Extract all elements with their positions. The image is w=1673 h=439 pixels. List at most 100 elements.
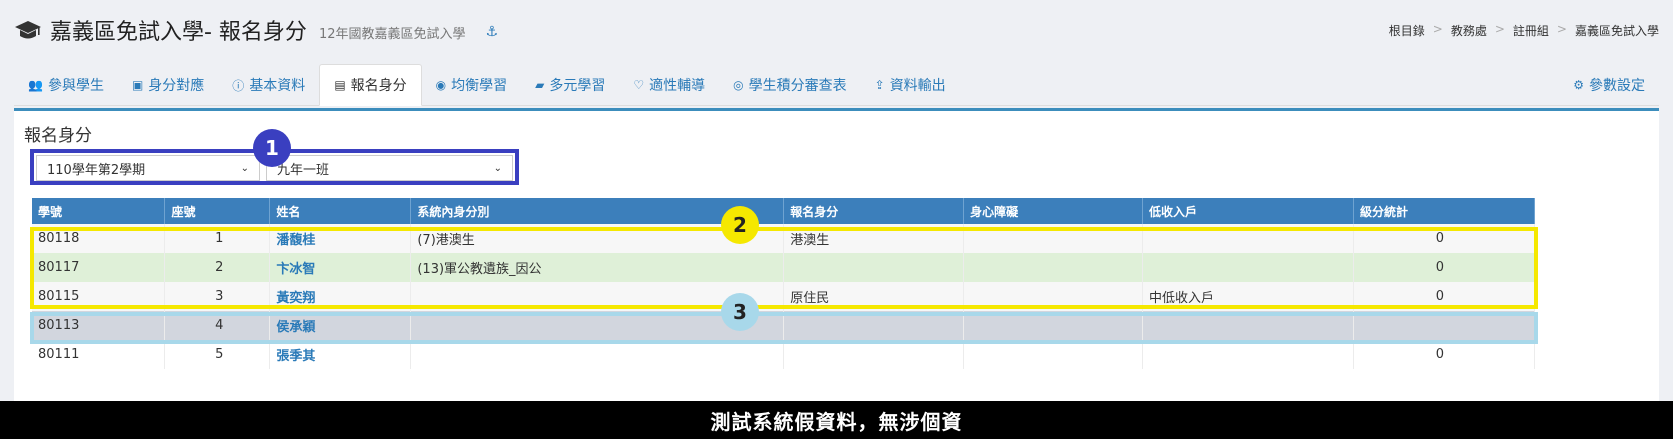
identity-table: 學號 座號 姓名 系統內身分別 報名身分 身心障礙 低收入戶 級分統計 8011…: [32, 198, 1536, 369]
col-student-id[interactable]: 學號: [32, 198, 166, 224]
cell-disability: [963, 311, 1144, 340]
tab-participants[interactable]: 👥 參與學生: [14, 64, 118, 106]
gear-icon: ⚙: [1573, 78, 1584, 92]
cell-seat: 5: [164, 340, 271, 369]
tab-apply-identity[interactable]: ▤ 報名身分: [319, 64, 422, 106]
cell-apply-identity: 原住民: [783, 282, 965, 311]
tab-label: 身分對應: [148, 78, 205, 94]
tab-label: 報名身分: [350, 78, 407, 94]
breadcrumb-separator: >: [1432, 22, 1443, 36]
upload-icon: ⇪: [874, 78, 885, 92]
tab-identity-mapping[interactable]: ▣ 身分對應: [118, 64, 218, 106]
panel-title: 報名身分: [24, 126, 92, 146]
breadcrumb-separator: >: [1494, 22, 1505, 36]
cell-student-id: 80111: [32, 340, 166, 369]
table-header-row: 學號 座號 姓名 系統內身分別 報名身分 身心障礙 低收入戶 級分統計: [32, 198, 1536, 224]
cell-system-identity: [410, 340, 785, 369]
tab-label: 資料輸出: [889, 78, 946, 94]
cell-seat: 1: [164, 224, 271, 253]
cell-disability: [963, 253, 1144, 282]
tab-label: 參與學生: [47, 78, 104, 94]
cell-apply-identity: [783, 340, 965, 369]
tab-data-export[interactable]: ⇪ 資料輸出: [861, 64, 960, 106]
tab-balanced-learning[interactable]: ◉ 均衡學習: [422, 64, 521, 106]
col-name[interactable]: 姓名: [269, 198, 412, 224]
table-row[interactable]: 80111 5 張季其 0: [32, 340, 1536, 369]
chevron-down-icon: ⌄: [493, 162, 502, 174]
cell-disability: [963, 340, 1144, 369]
tab-bar: 👥 參與學生 ▣ 身分對應 ⓘ 基本資料 ▤ 報名身分 ◉ 均衡學習 ▰ 多元學習 ♡ 適性輔…: [14, 64, 1659, 106]
cell-seat: 4: [164, 311, 271, 340]
cell-apply-identity: 港澳生: [783, 224, 965, 253]
callout-badge-3: 3: [721, 293, 759, 331]
id-doc-icon: ▣: [131, 78, 144, 92]
cell-seat: 2: [164, 253, 271, 282]
tab-basic-info[interactable]: ⓘ 基本資料: [218, 64, 319, 106]
table-row[interactable]: 80113 4 侯承穎: [32, 311, 1536, 340]
page-title: 嘉義區免試入學- 報名身分: [50, 20, 307, 45]
tab-diverse-learning[interactable]: ▰ 多元學習: [521, 64, 619, 106]
cell-student-name-link[interactable]: 侯承穎: [269, 311, 412, 340]
cell-low-income: 中低收入戶: [1142, 282, 1354, 311]
cell-low-income: [1142, 311, 1354, 340]
tab-label: 多元學習: [549, 78, 606, 94]
tab-label: 參數設定: [1589, 78, 1645, 94]
cell-low-income: [1142, 340, 1354, 369]
table-row[interactable]: 80115 3 黃奕翔 原住民 中低收入戶 0: [32, 282, 1536, 311]
tab-guidance[interactable]: ♡ 適性輔導: [619, 64, 719, 106]
cell-student-id: 80117: [32, 253, 166, 282]
term-select-value: 110學年第2學期: [47, 162, 146, 178]
tab-label: 適性輔導: [649, 78, 706, 94]
cell-student-id: 80115: [32, 282, 166, 311]
col-disability[interactable]: 身心障礙: [963, 198, 1144, 224]
col-score-total[interactable]: 級分統計: [1353, 198, 1536, 224]
tab-settings[interactable]: ⚙ 參數設定: [1559, 64, 1659, 106]
balance-icon: ◉: [435, 78, 447, 92]
page-header: 嘉義區免試入學- 報名身分 12年國教嘉義區免試入學 ⚓: [14, 10, 498, 50]
cell-score-total: 0: [1353, 224, 1536, 253]
cell-student-name-link[interactable]: 卞冰智: [269, 253, 412, 282]
cell-student-name-link[interactable]: 潘馥桂: [269, 224, 412, 253]
cell-low-income: [1142, 224, 1354, 253]
test-data-notice: 測試系統假資料，無涉個資: [0, 401, 1673, 439]
page-subtitle: 12年國教嘉義區免試入學: [318, 26, 466, 42]
anchor-icon[interactable]: ⚓: [485, 24, 498, 40]
cell-score-total: 0: [1353, 253, 1536, 282]
col-low-income[interactable]: 低收入戶: [1142, 198, 1354, 224]
breadcrumb-registry[interactable]: 註冊組: [1513, 22, 1549, 39]
tab-label: 基本資料: [249, 78, 306, 94]
cell-student-name-link[interactable]: 張季其: [269, 340, 412, 369]
breadcrumb-academic-office[interactable]: 教務處: [1451, 22, 1487, 39]
cell-disability: [963, 224, 1144, 253]
col-seat[interactable]: 座號: [164, 198, 271, 224]
table-row[interactable]: 80118 1 潘馥桂 (7)港澳生 港澳生 0: [32, 224, 1536, 253]
breadcrumb-separator: >: [1556, 22, 1567, 36]
cell-student-name-link[interactable]: 黃奕翔: [269, 282, 412, 311]
content-panel: 報名身分 110學年第2學期 ⌄ 九年一班 ⌄ 學號 座號 姓名 系統內身分別 …: [14, 108, 1659, 439]
col-apply-identity[interactable]: 報名身分: [783, 198, 965, 224]
book-icon: ▰: [535, 78, 545, 92]
cell-student-id: 80113: [32, 311, 166, 340]
chevron-down-icon: ⌄: [240, 162, 249, 174]
class-select[interactable]: 九年一班 ⌄: [266, 155, 513, 181]
eye-icon: ◎: [733, 78, 744, 92]
tab-score-review[interactable]: ◎ 學生積分審查表: [719, 64, 860, 106]
graduation-cap-icon: [15, 21, 41, 39]
breadcrumb-root[interactable]: 根目錄: [1389, 22, 1425, 39]
cell-score-total: 0: [1353, 282, 1536, 311]
info-circle-icon: ⓘ: [232, 78, 245, 93]
cell-score-total: 0: [1353, 340, 1536, 369]
cell-student-id: 80118: [32, 224, 166, 253]
table-row[interactable]: 80117 2 卞冰智 (13)軍公教遺族_因公 0: [32, 253, 1536, 282]
cell-apply-identity: [783, 253, 965, 282]
tab-label: 學生積分審查表: [748, 78, 847, 94]
breadcrumb-current: 嘉義區免試入學: [1574, 24, 1659, 38]
cell-disability: [963, 282, 1144, 311]
tab-label: 均衡學習: [451, 78, 508, 94]
heart-icon: ♡: [633, 78, 645, 92]
cell-score-total: [1353, 311, 1536, 340]
callout-badge-2: 2: [721, 206, 759, 244]
cell-apply-identity: [783, 311, 965, 340]
id-card-icon: ▤: [334, 78, 346, 92]
term-select[interactable]: 110學年第2學期 ⌄: [36, 155, 260, 181]
